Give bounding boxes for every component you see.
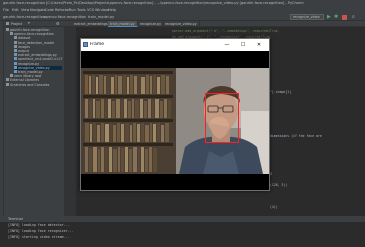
search-icon[interactable]: ⌕ bbox=[352, 14, 355, 20]
folder-icon bbox=[14, 44, 17, 48]
ide-window-title: gaurkh-face-recognition [C:\Users\Prem_P… bbox=[3, 1, 304, 5]
run-config-select[interactable]: recognize_video bbox=[290, 14, 324, 20]
chevron-down-icon[interactable]: ▾ bbox=[28, 21, 30, 26]
code-line: dimensions (if the face are bbox=[270, 133, 322, 138]
tree-item[interactable]: Scratches and Consoles bbox=[6, 82, 62, 87]
breadcrumb-root[interactable]: gaurkh-face-recognition bbox=[3, 15, 45, 20]
terminal-line: [INFO] loading face recognizer... bbox=[8, 229, 74, 233]
code-line: 3 bbox=[270, 172, 272, 176]
project-panel-title: Project bbox=[11, 21, 23, 26]
python-file-icon bbox=[14, 70, 17, 73]
tab-label: recognize.py bbox=[140, 22, 162, 26]
code-line: "].shape[1] bbox=[270, 89, 292, 94]
face-detection-box bbox=[205, 93, 239, 143]
folder-icon bbox=[6, 22, 9, 25]
run-icon[interactable]: ▶ bbox=[327, 14, 331, 20]
line-number-gutter bbox=[64, 27, 76, 216]
project-panel-header: Project ▾ ⚙ bbox=[4, 21, 64, 27]
webcam-image bbox=[81, 51, 269, 190]
tree-item-label: Scratches and Consoles bbox=[10, 82, 50, 87]
run-config-label: recognize_video bbox=[293, 15, 320, 19]
terminal-header: Terminal bbox=[0, 216, 365, 222]
ide-title-bar: gaurkh-face-recognition [C:\Users\Prem_P… bbox=[0, 0, 365, 7]
tab-label: recognize_video.py bbox=[165, 22, 197, 26]
folder-icon bbox=[10, 74, 13, 78]
frame-title-bar[interactable]: Frame — ☐ ✕ bbox=[81, 39, 269, 51]
python-file-icon bbox=[14, 65, 17, 69]
folder-icon bbox=[10, 32, 13, 36]
stop-icon[interactable] bbox=[342, 14, 347, 20]
folder-icon bbox=[14, 36, 17, 40]
navigation-bar: gaurkh-face-recognition opencv-face-reco… bbox=[0, 13, 365, 21]
app-icon bbox=[83, 42, 88, 47]
folder-icon bbox=[14, 40, 17, 44]
debug-icon[interactable]: ✱ bbox=[334, 14, 338, 20]
folder-icon bbox=[6, 28, 9, 31]
folder-icon bbox=[6, 82, 9, 86]
close-button[interactable]: ✕ bbox=[253, 39, 265, 51]
python-file-icon bbox=[14, 57, 17, 61]
python-file-icon bbox=[14, 61, 17, 65]
frame-window[interactable]: Frame — ☐ ✕ bbox=[80, 38, 270, 191]
folder-icon bbox=[6, 78, 9, 82]
terminal-title: Terminal bbox=[8, 217, 23, 221]
gear-icon[interactable]: ⚙ bbox=[56, 21, 60, 26]
tab-label: extract_embeddings.py bbox=[74, 22, 113, 26]
tab-label: train_model.py bbox=[110, 22, 135, 26]
code-line: parser.add_argument("-e", "--embeddings"… bbox=[172, 29, 280, 33]
minimize-button[interactable]: — bbox=[221, 39, 233, 51]
folder-icon bbox=[14, 49, 17, 52]
python-file-icon bbox=[14, 53, 17, 57]
video-feed bbox=[81, 51, 269, 190]
terminal-line: [INFO] loading face detector... bbox=[8, 223, 70, 227]
code-line: (4)) bbox=[270, 205, 278, 209]
breadcrumb-folder[interactable]: opencv-face-recognition bbox=[44, 15, 86, 20]
frame-title: Frame bbox=[90, 42, 105, 47]
code-line: (128, 3)) bbox=[270, 183, 288, 187]
breadcrumb-file[interactable]: train_model.py bbox=[88, 15, 114, 20]
maximize-button[interactable]: ☐ bbox=[237, 39, 249, 51]
terminal-line: [INFO] starting video stream... bbox=[8, 235, 70, 239]
